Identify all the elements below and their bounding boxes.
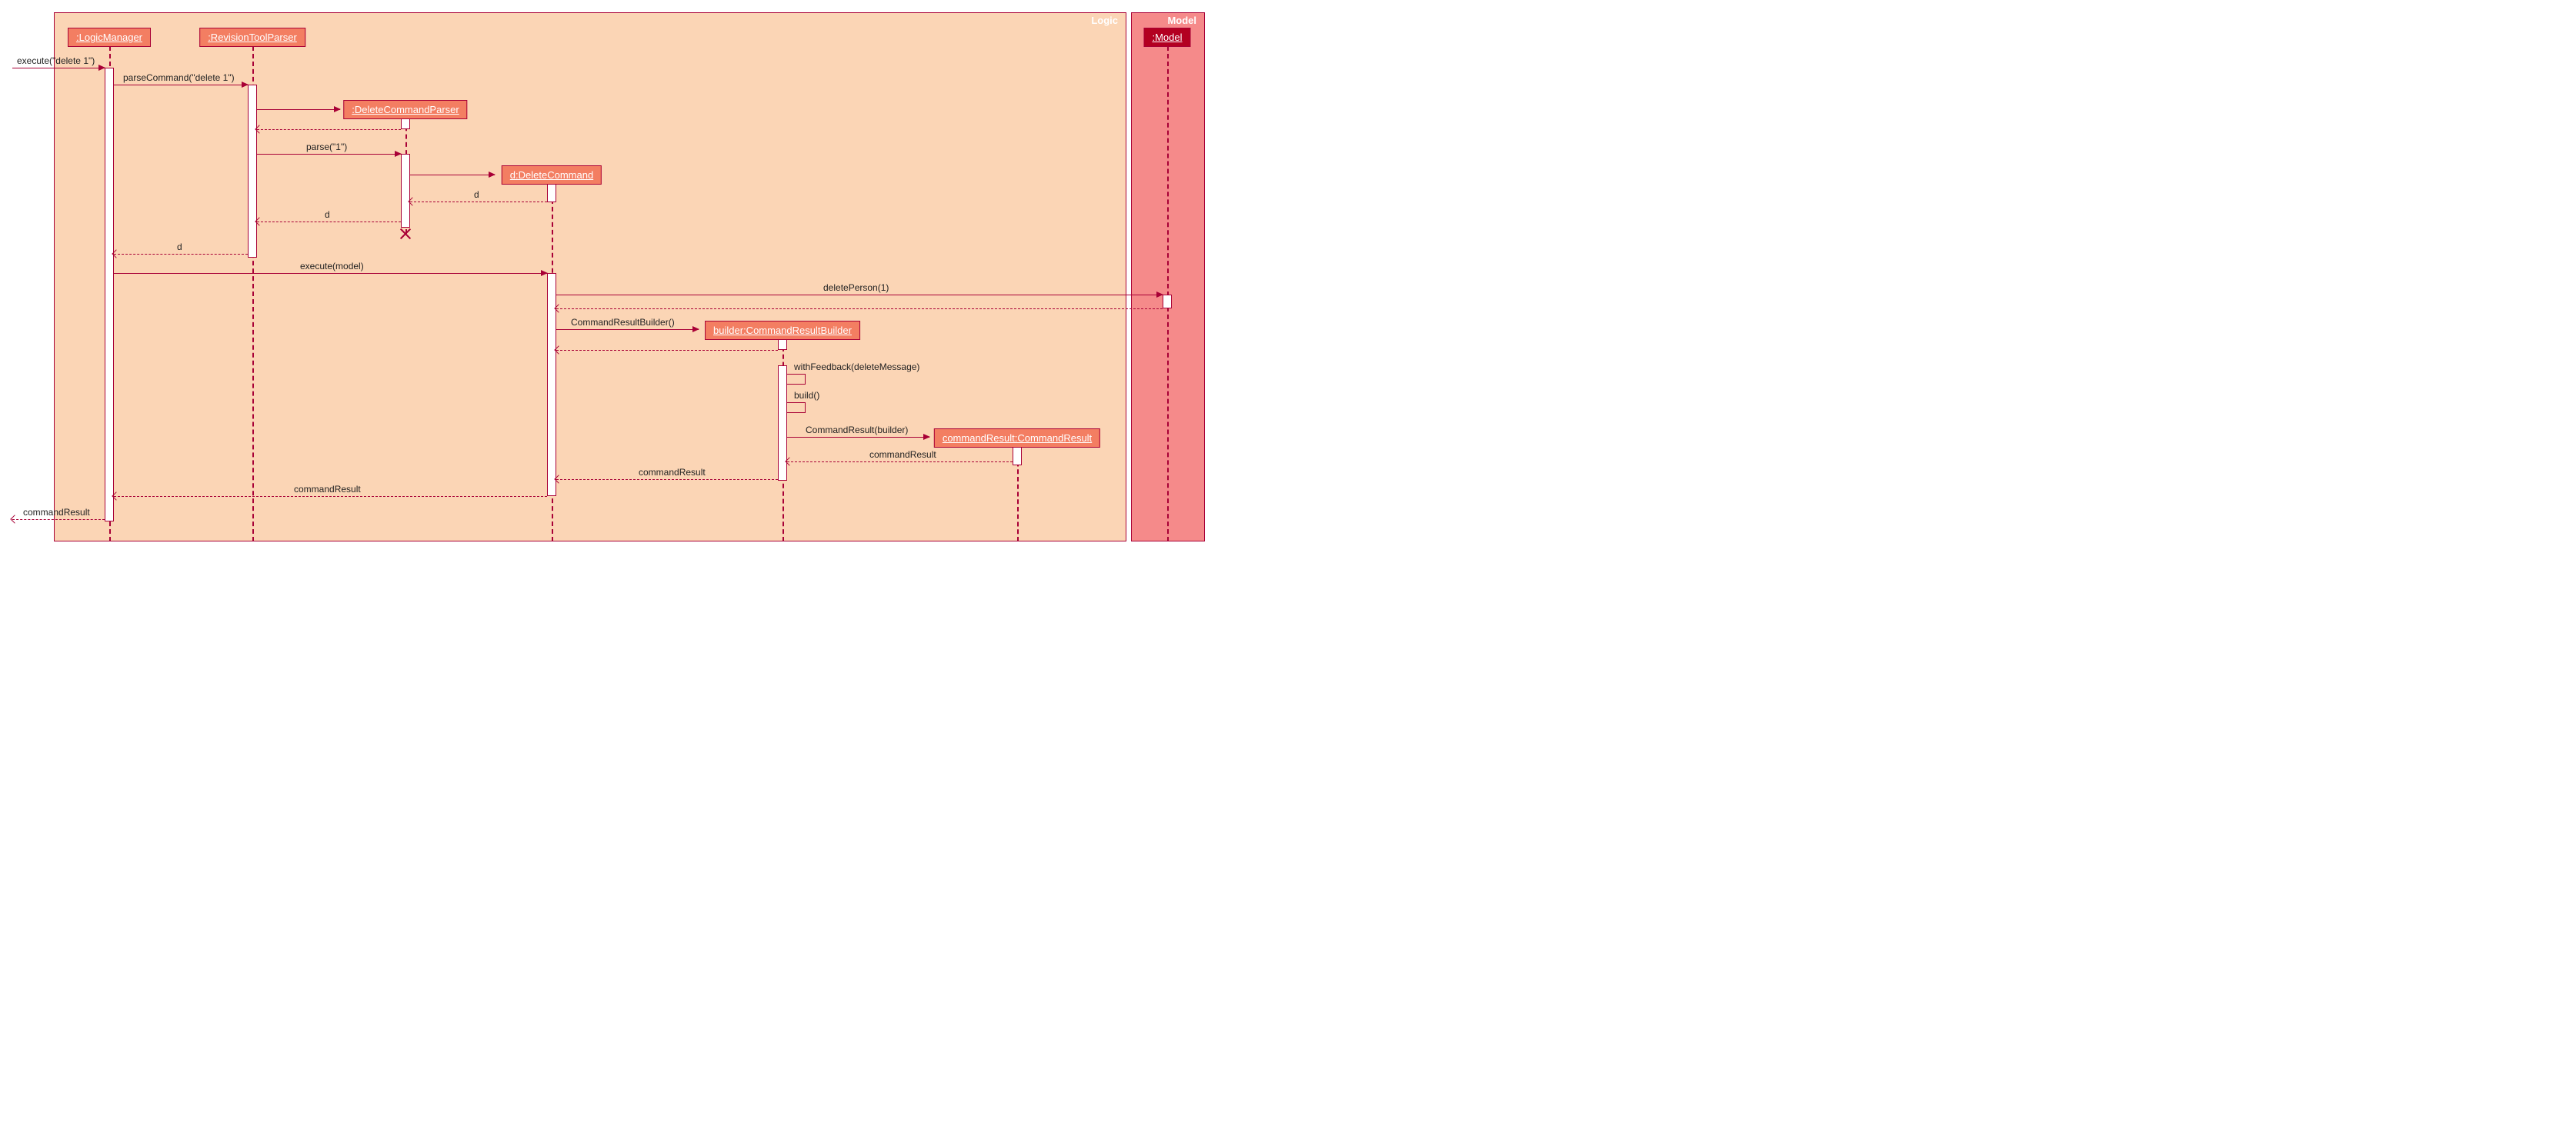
lifeline-model [1167,46,1169,541]
msg-return-dcp [257,129,401,130]
msg-delete-person-label: deletePerson(1) [822,282,890,293]
msg-parse-1-label: parse("1") [305,142,349,152]
msg-return-cr-2 [556,479,778,480]
msg-return-d-2-label: d [323,209,332,220]
msg-with-feedback-label: withFeedback(deleteMessage) [792,361,921,372]
msg-create-cr-label: CommandResult(builder) [804,425,909,435]
selfloop-build [787,402,806,413]
msg-parse-1 [257,154,401,155]
msg-return-cr-1-label: commandResult [868,449,938,460]
frame-logic-label: Logic [1083,13,1126,28]
activation-model [1163,295,1172,308]
sequence-diagram: Logic Model :LogicManager :RevisionToolP… [8,8,1208,546]
msg-create-dcp [257,109,340,110]
msg-return-d-1-label: d [472,189,481,200]
participant-revision-tool-parser: :RevisionToolParser [199,28,305,47]
msg-execute-model-label: execute(model) [299,261,365,272]
participant-delete-command: d:DeleteCommand [502,165,602,185]
msg-return-cr-3 [114,496,547,497]
msg-build-label: build() [792,390,821,401]
msg-return-d-3 [114,254,248,255]
participant-command-result: commandResult:CommandResult [934,428,1100,448]
selfloop-with-feedback [787,374,806,385]
msg-return-cr-2-label: commandResult [637,467,707,478]
msg-parse-command-label: parseCommand("delete 1") [122,72,236,83]
destroy-dcp [399,227,412,241]
participant-command-result-builder: builder:CommandResultBuilder [705,321,860,340]
msg-return-cr-1 [787,461,1013,462]
activation-dcp-2 [401,154,410,228]
msg-execute-delete-1-label: execute("delete 1") [15,55,96,66]
activation-revision-tool-parser [248,85,257,258]
frame-model-label: Model [1160,13,1204,28]
msg-create-cr [787,437,929,438]
msg-return-cr-4-label: commandResult [22,507,92,518]
msg-return-crb [556,350,778,351]
msg-return-cr-3-label: commandResult [292,484,362,495]
participant-delete-command-parser: :DeleteCommandParser [343,100,467,119]
participant-model: :Model [1143,28,1190,47]
msg-create-crb-label: CommandResultBuilder() [569,317,676,328]
msg-return-cr-4 [12,519,105,520]
msg-return-d-3-label: d [175,242,184,252]
msg-create-crb [556,329,699,330]
activation-crb-2 [778,365,787,481]
msg-execute-model [114,273,547,274]
activation-logic-manager [105,68,114,521]
participant-logic-manager: :LogicManager [68,28,151,47]
msg-return-delete-person [556,308,1163,309]
